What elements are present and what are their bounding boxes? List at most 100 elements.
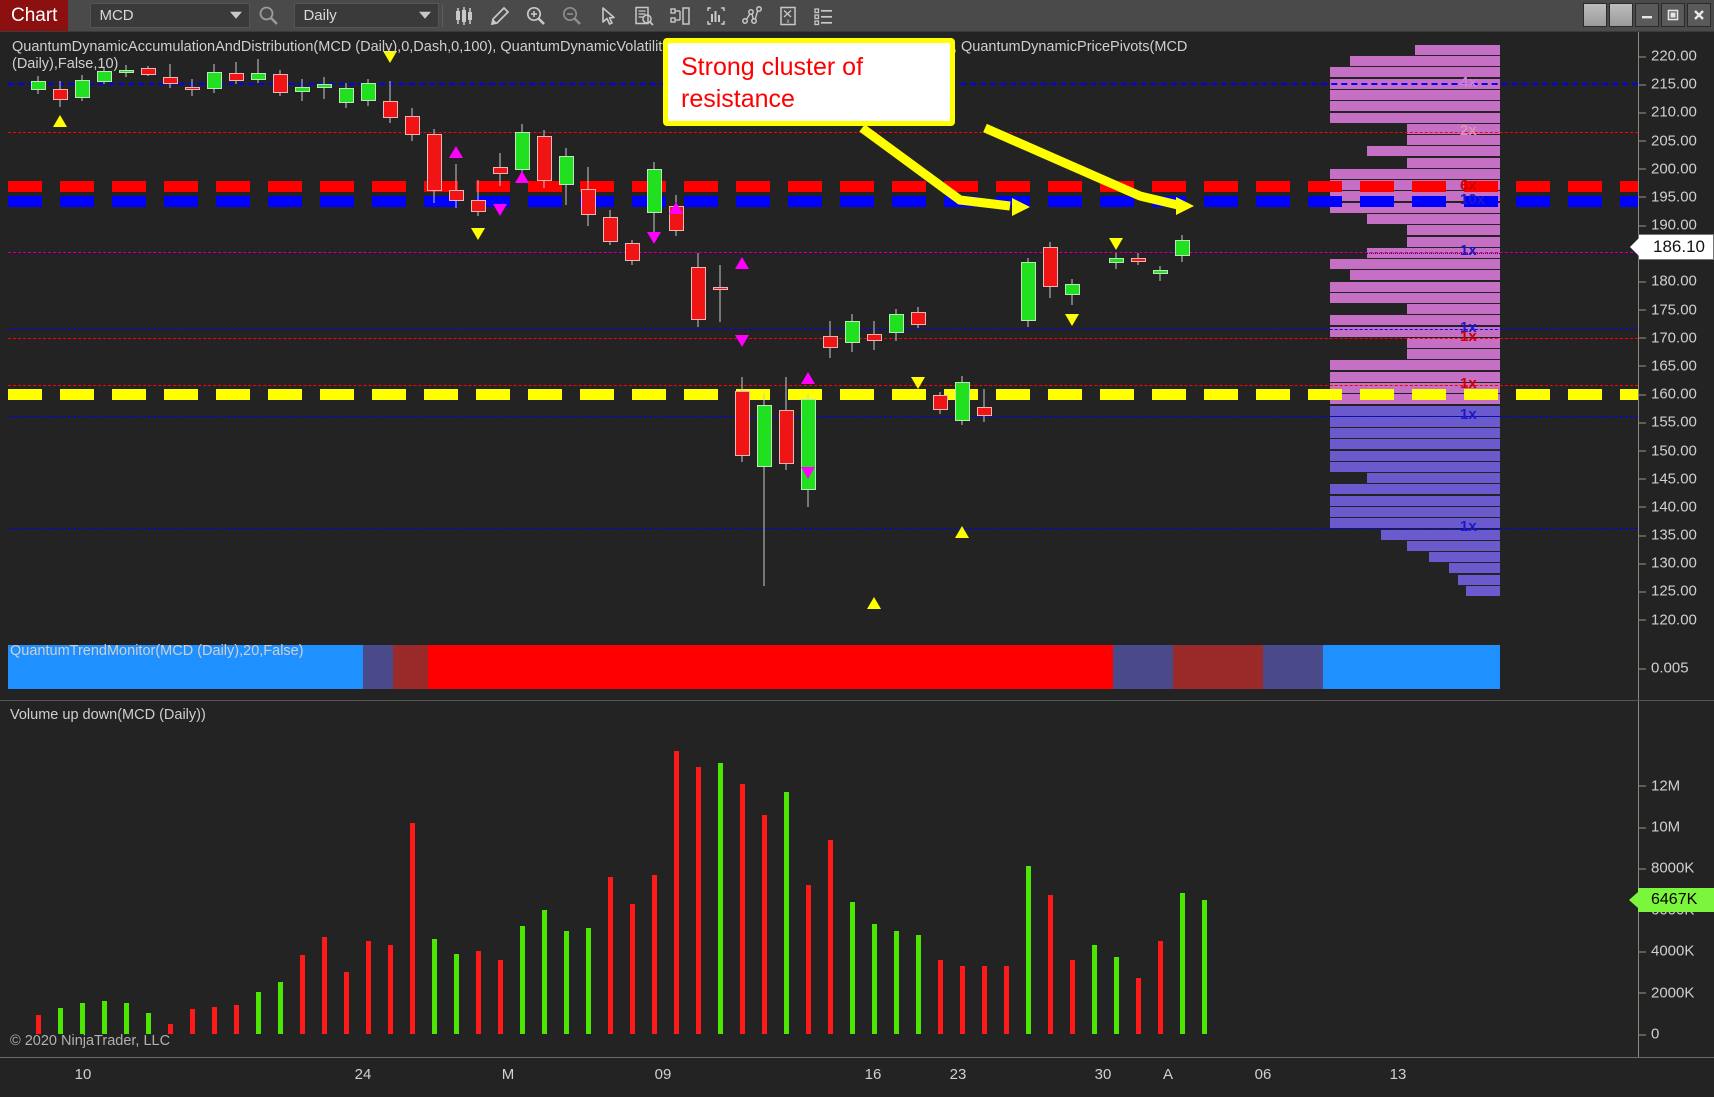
- annotation-callout[interactable]: Strong cluster of resistance: [663, 38, 955, 126]
- candle: [602, 210, 618, 246]
- candle-body: [624, 243, 640, 262]
- interval-select[interactable]: Daily: [294, 3, 440, 28]
- restore-button-2[interactable]: [1609, 3, 1633, 27]
- remove-drawings-icon[interactable]: x: [770, 0, 806, 31]
- candle-body: [426, 133, 442, 192]
- volume-bar: [850, 901, 855, 1034]
- price-axis-tick: 175.00: [1639, 301, 1697, 318]
- candle-body: [52, 88, 68, 101]
- volume-bar: [388, 945, 393, 1034]
- volume-bar: [1158, 940, 1163, 1034]
- restore-button-1[interactable]: [1583, 3, 1607, 27]
- candle: [338, 83, 354, 108]
- chevron-down-icon[interactable]: [230, 11, 243, 19]
- candle-body: [140, 68, 156, 76]
- volume-bar: [630, 903, 635, 1034]
- indicator-label-line1: QuantumDynamicAccumulationAndDistributio…: [12, 39, 1188, 55]
- candle-body: [602, 217, 618, 242]
- candlestick-type-icon[interactable]: [446, 0, 482, 31]
- candle-body: [1064, 283, 1080, 295]
- chart-template-icon[interactable]: [662, 0, 698, 31]
- candle-body: [910, 311, 926, 326]
- indicators-icon[interactable]: [698, 0, 734, 31]
- candle: [140, 66, 156, 77]
- candle-body: [756, 405, 772, 468]
- maximize-button[interactable]: [1661, 3, 1685, 27]
- trend-axis: 0.005: [1638, 637, 1714, 700]
- candle: [558, 148, 574, 205]
- candle-body: [1108, 257, 1124, 264]
- volume-bar: [1070, 959, 1075, 1034]
- candle: [844, 314, 860, 353]
- volume-bar: [190, 1009, 195, 1034]
- chart-tab[interactable]: Chart: [0, 0, 69, 31]
- trend-y-tick: 0.005: [1639, 660, 1689, 677]
- candle-body: [184, 86, 200, 90]
- volume-bar: [740, 783, 745, 1034]
- price-axis-tick: 145.00: [1639, 470, 1697, 487]
- cursor-pointer-icon[interactable]: [590, 0, 626, 31]
- candle: [932, 391, 948, 415]
- symbol-value: MCD: [99, 7, 134, 24]
- volume-bar: [1048, 895, 1053, 1034]
- volume-profile-row: [1449, 563, 1500, 574]
- data-series-icon[interactable]: [626, 0, 662, 31]
- zoom-out-icon[interactable]: [554, 0, 590, 31]
- volume-profile-row: [1330, 495, 1500, 506]
- candle: [822, 320, 838, 359]
- candle: [866, 320, 882, 351]
- volume-bar: [916, 934, 921, 1034]
- date-axis-tick: 09: [654, 1066, 672, 1083]
- candle: [206, 63, 222, 94]
- price-axis-tick: 125.00: [1639, 583, 1697, 600]
- profile-multiplier-label: 1x: [1460, 327, 1477, 345]
- volume-profile-row: [1330, 450, 1500, 461]
- candle: [316, 77, 332, 99]
- volume-bar: [498, 959, 503, 1034]
- volume-bar: [366, 940, 371, 1034]
- ninjatrader-chart-window: Chart MCD Daily x 4x 2x 6x 10x 1x 1x 1x …: [0, 0, 1714, 1097]
- candle-wick: [719, 264, 721, 323]
- candle: [492, 153, 508, 186]
- volume-profile-row: [1406, 540, 1500, 551]
- strategies-icon[interactable]: [734, 0, 770, 31]
- volume-bar: [1136, 978, 1141, 1034]
- volume-bar: [784, 791, 789, 1034]
- level-line-pivot-yellow: [8, 388, 1638, 400]
- volume-bar: [1180, 893, 1185, 1034]
- signal-arrow-down-icon: [1109, 238, 1123, 251]
- date-axis[interactable]: 10 24 M 09 16 23 30 A 06 13: [0, 1057, 1714, 1097]
- volume-profile-row: [1406, 157, 1500, 168]
- date-axis-tick: 16: [864, 1066, 882, 1083]
- volume-axis[interactable]: 12M10M8000K6000K4000K2000K0: [1638, 701, 1714, 1058]
- minimize-button[interactable]: [1635, 3, 1659, 27]
- symbol-input[interactable]: MCD: [90, 3, 251, 28]
- volume-plot-area[interactable]: [8, 701, 1638, 1058]
- candle-body: [976, 406, 992, 416]
- candle: [756, 393, 772, 586]
- date-axis-tick: 23: [949, 1066, 967, 1083]
- candle: [646, 162, 662, 237]
- close-button[interactable]: [1687, 3, 1711, 27]
- price-axis-tick: 155.00: [1639, 414, 1697, 431]
- price-axis[interactable]: 220.00 215.00 210.00 205.00 200.00 195.00 190.…: [1638, 32, 1714, 638]
- volume-profile-row: [1330, 101, 1500, 112]
- signal-arrow-up-icon: [449, 145, 463, 158]
- zoom-in-icon[interactable]: [518, 0, 554, 31]
- trend-monitor-label: QuantumTrendMonitor(MCD (Daily),20,False…: [10, 643, 304, 659]
- candle: [712, 264, 728, 323]
- volume-axis-tick: 10M: [1639, 819, 1680, 836]
- volume-bar: [102, 1000, 107, 1034]
- price-axis-tick: 120.00: [1639, 611, 1697, 628]
- chevron-down-icon-2[interactable]: [419, 11, 432, 19]
- properties-list-icon[interactable]: [806, 0, 842, 31]
- candle: [1064, 279, 1080, 306]
- drawing-pencil-icon[interactable]: [482, 0, 518, 31]
- search-icon[interactable]: [250, 0, 286, 31]
- candle-wick: [455, 164, 457, 209]
- profile-multiplier-label: 1x: [1460, 518, 1477, 536]
- trend-segment-up: [1323, 645, 1500, 689]
- indicator-label-line2: (Daily),False,10): [12, 56, 119, 72]
- signal-arrow-down-icon: [471, 227, 485, 240]
- volume-bar: [58, 1008, 63, 1034]
